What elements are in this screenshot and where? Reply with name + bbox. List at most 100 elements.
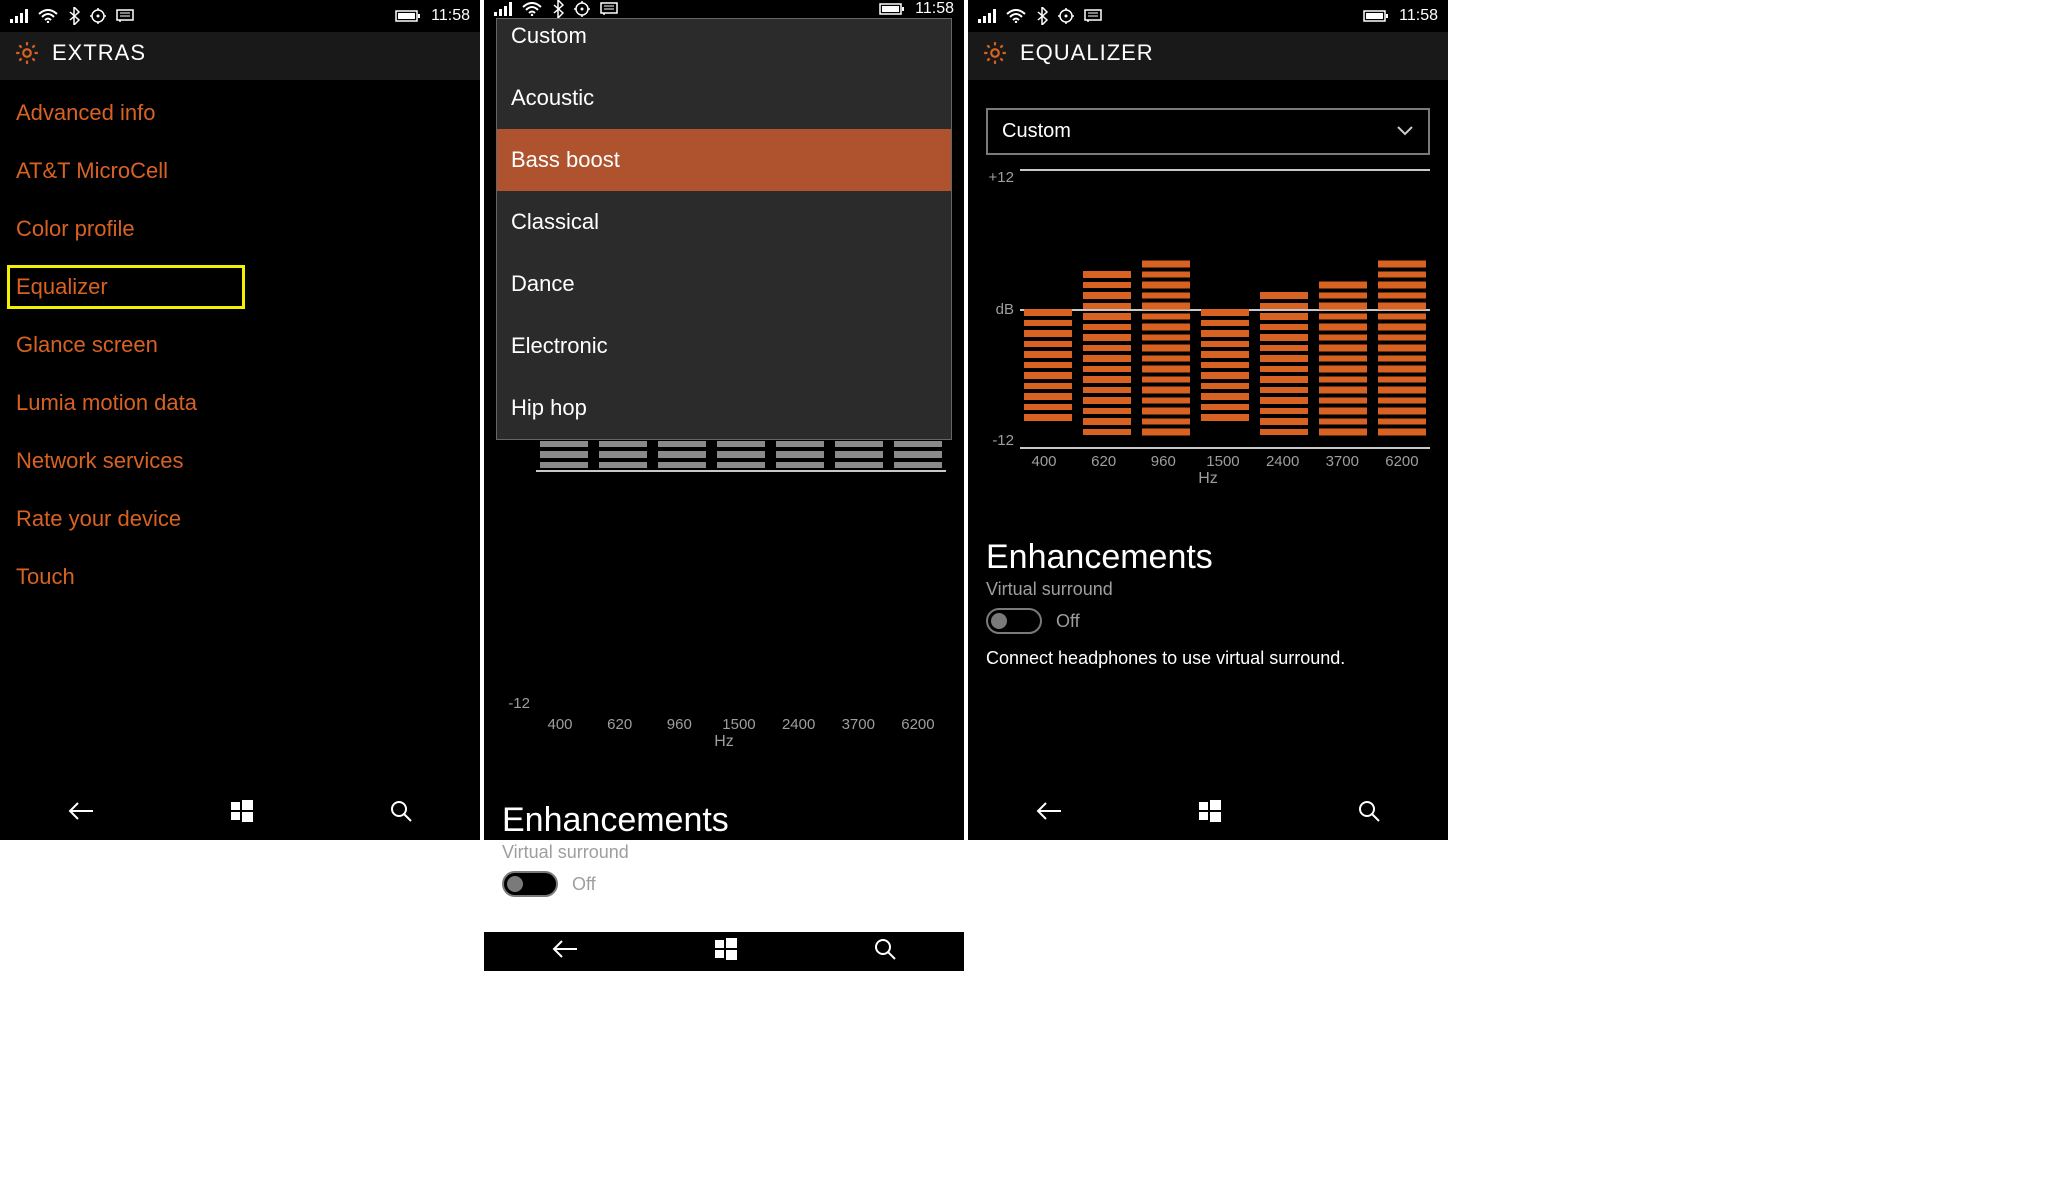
page-header: EQUALIZER <box>968 32 1448 80</box>
virtual-surround-label: Virtual surround <box>986 579 1430 600</box>
preset-option[interactable]: Electronic <box>497 315 951 377</box>
virtual-surround-toggle[interactable] <box>986 608 1042 634</box>
extras-item[interactable]: Touch <box>16 564 464 590</box>
preset-dropdown[interactable]: CustomAcousticBass boostClassicalDanceEl… <box>496 18 952 440</box>
enhancements-heading: Enhancements <box>502 801 946 840</box>
page-header: EXTRAS <box>0 32 480 80</box>
screen-eq-dropdown: 11:58 -12 4006209601500240037006200 Hz E… <box>484 0 964 840</box>
eq-band[interactable] <box>1024 171 1072 447</box>
start-button[interactable] <box>1189 794 1231 833</box>
message-icon <box>1084 9 1102 23</box>
extras-item[interactable]: Network services <box>16 448 464 474</box>
xaxis-tick: 960 <box>1139 453 1187 470</box>
bluetooth-icon <box>552 0 564 18</box>
xaxis-tick: 6200 <box>894 716 942 733</box>
hz-label: Hz <box>502 733 946 751</box>
preset-combo-value: Custom <box>1002 120 1071 143</box>
location-icon <box>1058 8 1074 24</box>
search-button[interactable] <box>1348 794 1390 833</box>
extras-item[interactable]: Rate your device <box>16 506 464 532</box>
virtual-surround-label: Virtual surround <box>502 842 946 863</box>
start-button[interactable] <box>705 932 747 971</box>
xaxis-tick: 620 <box>1080 453 1128 470</box>
page-title: EXTRAS <box>52 40 146 66</box>
message-icon <box>600 2 618 16</box>
bluetooth-icon <box>68 7 80 25</box>
xaxis-tick: 620 <box>596 716 644 733</box>
eq-band[interactable] <box>1142 171 1190 447</box>
status-bar: 11:58 <box>484 0 964 18</box>
toggle-state: Off <box>1056 611 1080 632</box>
surround-hint: Connect headphones to use virtual surrou… <box>986 648 1430 669</box>
chevron-down-icon <box>1396 120 1414 143</box>
toggle-state: Off <box>572 874 596 895</box>
eq-band[interactable] <box>1378 171 1426 447</box>
eq-chart[interactable]: +12 dB -12 <box>986 169 1430 449</box>
xaxis: 4006209601500240037006200 <box>986 449 1430 470</box>
xaxis-tick: 400 <box>1020 453 1068 470</box>
eq-chart-bg: -12 <box>502 432 946 712</box>
preset-combo[interactable]: Custom <box>986 108 1430 155</box>
xaxis-tick: 2400 <box>1259 453 1307 470</box>
nav-bar <box>968 786 1448 840</box>
back-button[interactable] <box>1026 795 1072 832</box>
preset-option[interactable]: Dance <box>497 253 951 315</box>
xaxis-tick: 1500 <box>1199 453 1247 470</box>
hz-label: Hz <box>986 470 1430 488</box>
yaxis-mid: dB <box>986 301 1014 318</box>
preset-option[interactable]: Classical <box>497 191 951 253</box>
yaxis-bottom: -12 <box>986 432 1014 449</box>
xaxis-tick: 3700 <box>1318 453 1366 470</box>
start-button[interactable] <box>221 794 263 833</box>
message-icon <box>116 9 134 23</box>
enhancements-heading: Enhancements <box>986 538 1430 577</box>
eq-band[interactable] <box>1201 171 1249 447</box>
extras-list: Advanced info AT&T MicroCell Color profile… <box>0 80 480 610</box>
extras-item[interactable]: Color profile <box>16 216 464 242</box>
xaxis-tick: 2400 <box>775 716 823 733</box>
screen-extras: 11:58 EXTRAS Advanced info AT&T MicroCell… <box>0 0 480 840</box>
xaxis-tick: 400 <box>536 716 584 733</box>
bluetooth-icon <box>1036 7 1048 25</box>
xaxis-tick: 3700 <box>834 716 882 733</box>
battery-icon <box>395 9 421 23</box>
signal-icon <box>978 9 996 23</box>
search-button[interactable] <box>864 932 906 971</box>
preset-option[interactable]: Acoustic <box>497 67 951 129</box>
extras-item[interactable]: AT&T MicroCell <box>16 158 464 184</box>
clock: 11:58 <box>431 7 470 25</box>
wifi-icon <box>38 9 58 23</box>
virtual-surround-toggle[interactable] <box>502 871 558 897</box>
back-button[interactable] <box>58 795 104 832</box>
status-bar: 11:58 <box>0 0 480 32</box>
extras-item[interactable]: Advanced info <box>16 100 464 126</box>
extras-item[interactable]: Glance screen <box>16 332 464 358</box>
eq-band[interactable] <box>1083 171 1131 447</box>
yaxis-bottom: -12 <box>502 695 530 712</box>
xaxis: 4006209601500240037006200 <box>502 712 946 733</box>
status-bar: 11:58 <box>968 0 1448 32</box>
eq-band[interactable] <box>1260 171 1308 447</box>
back-button[interactable] <box>542 933 588 970</box>
screen-equalizer: 11:58 EQUALIZER Custom +12 dB -12 <box>968 0 1448 840</box>
clock: 11:58 <box>915 0 954 18</box>
nav-bar <box>0 786 480 840</box>
wifi-icon <box>1006 9 1026 23</box>
search-button[interactable] <box>380 794 422 833</box>
clock: 11:58 <box>1399 7 1438 25</box>
preset-option[interactable]: Bass boost <box>497 129 951 191</box>
xaxis-tick: 960 <box>655 716 703 733</box>
gear-icon <box>982 40 1008 66</box>
extras-item[interactable]: Lumia motion data <box>16 390 464 416</box>
signal-icon <box>10 9 28 23</box>
eq-band[interactable] <box>1319 171 1367 447</box>
gear-icon <box>14 40 40 66</box>
location-icon <box>574 1 590 17</box>
battery-icon <box>879 2 905 16</box>
preset-option[interactable]: Hip hop <box>497 377 951 439</box>
extras-item[interactable]: Equalizer <box>16 274 236 300</box>
preset-option[interactable]: Custom <box>497 19 951 67</box>
wifi-icon <box>522 2 542 16</box>
yaxis-top: +12 <box>986 169 1014 186</box>
signal-icon <box>494 2 512 16</box>
